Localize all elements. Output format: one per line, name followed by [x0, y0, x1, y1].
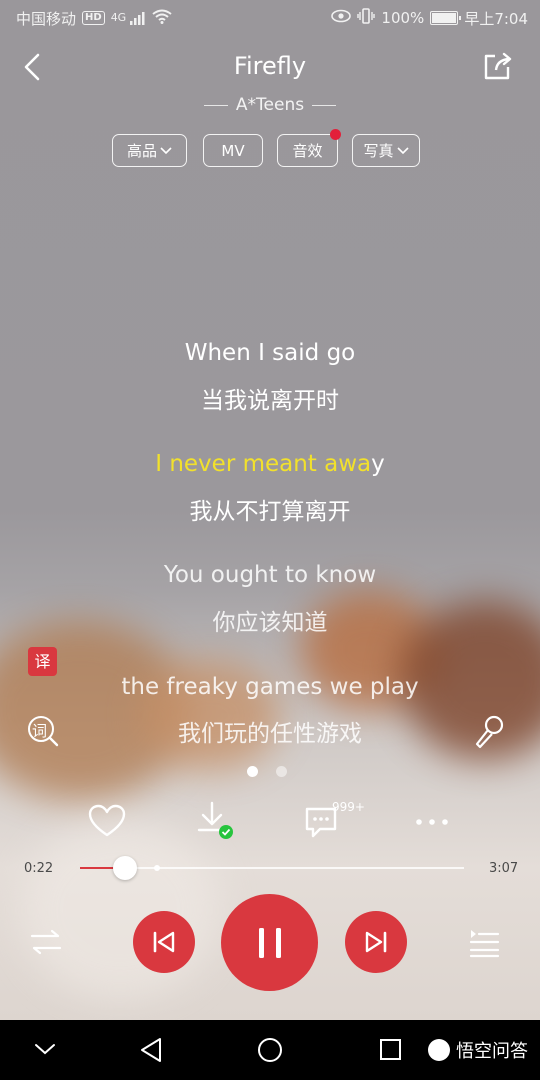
lyric-line-current-zh[interactable]: 我从不打算离开: [0, 492, 540, 526]
lyrics-search-button[interactable]: 词: [26, 714, 60, 748]
karaoke-button[interactable]: [472, 714, 506, 750]
mv-chip[interactable]: MV: [203, 134, 263, 167]
shuffle-icon: [30, 929, 62, 955]
lyric-line-zh[interactable]: 我们玩的任性游戏: [0, 714, 540, 748]
square-recents-icon: [380, 1039, 401, 1060]
progress-thumb[interactable]: [113, 856, 138, 880]
page-dot[interactable]: [276, 766, 287, 777]
hd-badge: HD: [82, 11, 105, 25]
lyric-line-zh[interactable]: 你应该知道: [0, 603, 540, 637]
next-button[interactable]: [345, 911, 407, 973]
translate-button[interactable]: 译: [28, 647, 57, 676]
comment-button[interactable]: 999+: [304, 800, 368, 842]
download-button[interactable]: [196, 800, 236, 842]
comment-count: 999+: [332, 800, 365, 814]
download-icon: [197, 801, 233, 839]
chevron-down-icon: [35, 1044, 55, 1055]
microphone-icon: [475, 715, 504, 749]
skip-previous-icon: [153, 931, 175, 953]
eye-icon: [331, 9, 352, 27]
page-indicator: [247, 766, 287, 777]
sound-effect-chip[interactable]: 音效: [277, 129, 341, 167]
pause-icon: [258, 927, 281, 958]
photo-chip[interactable]: 写真: [352, 134, 420, 167]
nav-back-button[interactable]: [139, 1037, 163, 1063]
circle-home-icon: [258, 1038, 282, 1062]
artist-name[interactable]: A*Teens: [120, 95, 420, 115]
clock: 早上7:04: [464, 9, 528, 28]
nav-recents-button[interactable]: [379, 1038, 402, 1061]
back-button[interactable]: [18, 52, 48, 82]
previous-button[interactable]: [133, 911, 195, 973]
chevron-down-icon: [160, 146, 172, 154]
quality-chip[interactable]: 高品: [112, 134, 187, 167]
playlist-icon: [469, 930, 500, 958]
more-button[interactable]: [414, 810, 450, 834]
battery-icon: [430, 11, 462, 25]
lyric-line-en[interactable]: You ought to know: [0, 562, 540, 588]
pause-button[interactable]: [221, 894, 318, 991]
page-dot-active[interactable]: [247, 766, 258, 777]
vibrate-icon: [357, 8, 376, 28]
notification-dot: [330, 129, 341, 140]
progress-bar[interactable]: 0:22 3:07: [0, 852, 540, 884]
lyric-line-en[interactable]: the freaky games we play: [0, 674, 540, 700]
lyric-line-zh[interactable]: 当我说离开时: [0, 381, 540, 415]
progress-track[interactable]: [80, 867, 464, 869]
favorite-button[interactable]: [88, 804, 126, 838]
share-button[interactable]: [482, 50, 514, 82]
heart-icon: [88, 804, 126, 837]
shuffle-button[interactable]: [30, 928, 62, 956]
hide-keyboard-button[interactable]: [34, 1040, 56, 1058]
total-time: 3:07: [489, 861, 519, 876]
lyric-line-en[interactable]: When I said go: [0, 340, 540, 366]
signal-icon: 4G: [111, 11, 146, 25]
nav-home-button[interactable]: [257, 1037, 283, 1063]
carrier-label: 中国移动: [16, 9, 77, 28]
wukong-logo-icon: [428, 1039, 450, 1061]
chevron-down-icon: [396, 146, 409, 154]
skip-next-icon: [365, 931, 387, 953]
player-screen: 中国移动 HD 4G 100% 早上7:04 Firefly A*Teens 高…: [0, 0, 540, 1020]
watermark: 悟空问答: [428, 1037, 528, 1063]
status-bar: 中国移动 HD 4G 100% 早上7:04: [0, 0, 540, 36]
lyric-line-current-en[interactable]: I never meant away: [0, 451, 540, 477]
buffer-marker: [153, 865, 160, 871]
share-icon: [484, 52, 512, 80]
wifi-icon: [152, 9, 172, 28]
chevron-left-icon: [24, 53, 40, 81]
song-title: Firefly: [233, 52, 307, 80]
triangle-back-icon: [141, 1038, 161, 1062]
playlist-button[interactable]: [468, 926, 500, 958]
current-time: 0:22: [24, 861, 54, 876]
more-icon: [416, 819, 448, 825]
battery-percent: 100%: [381, 9, 425, 27]
